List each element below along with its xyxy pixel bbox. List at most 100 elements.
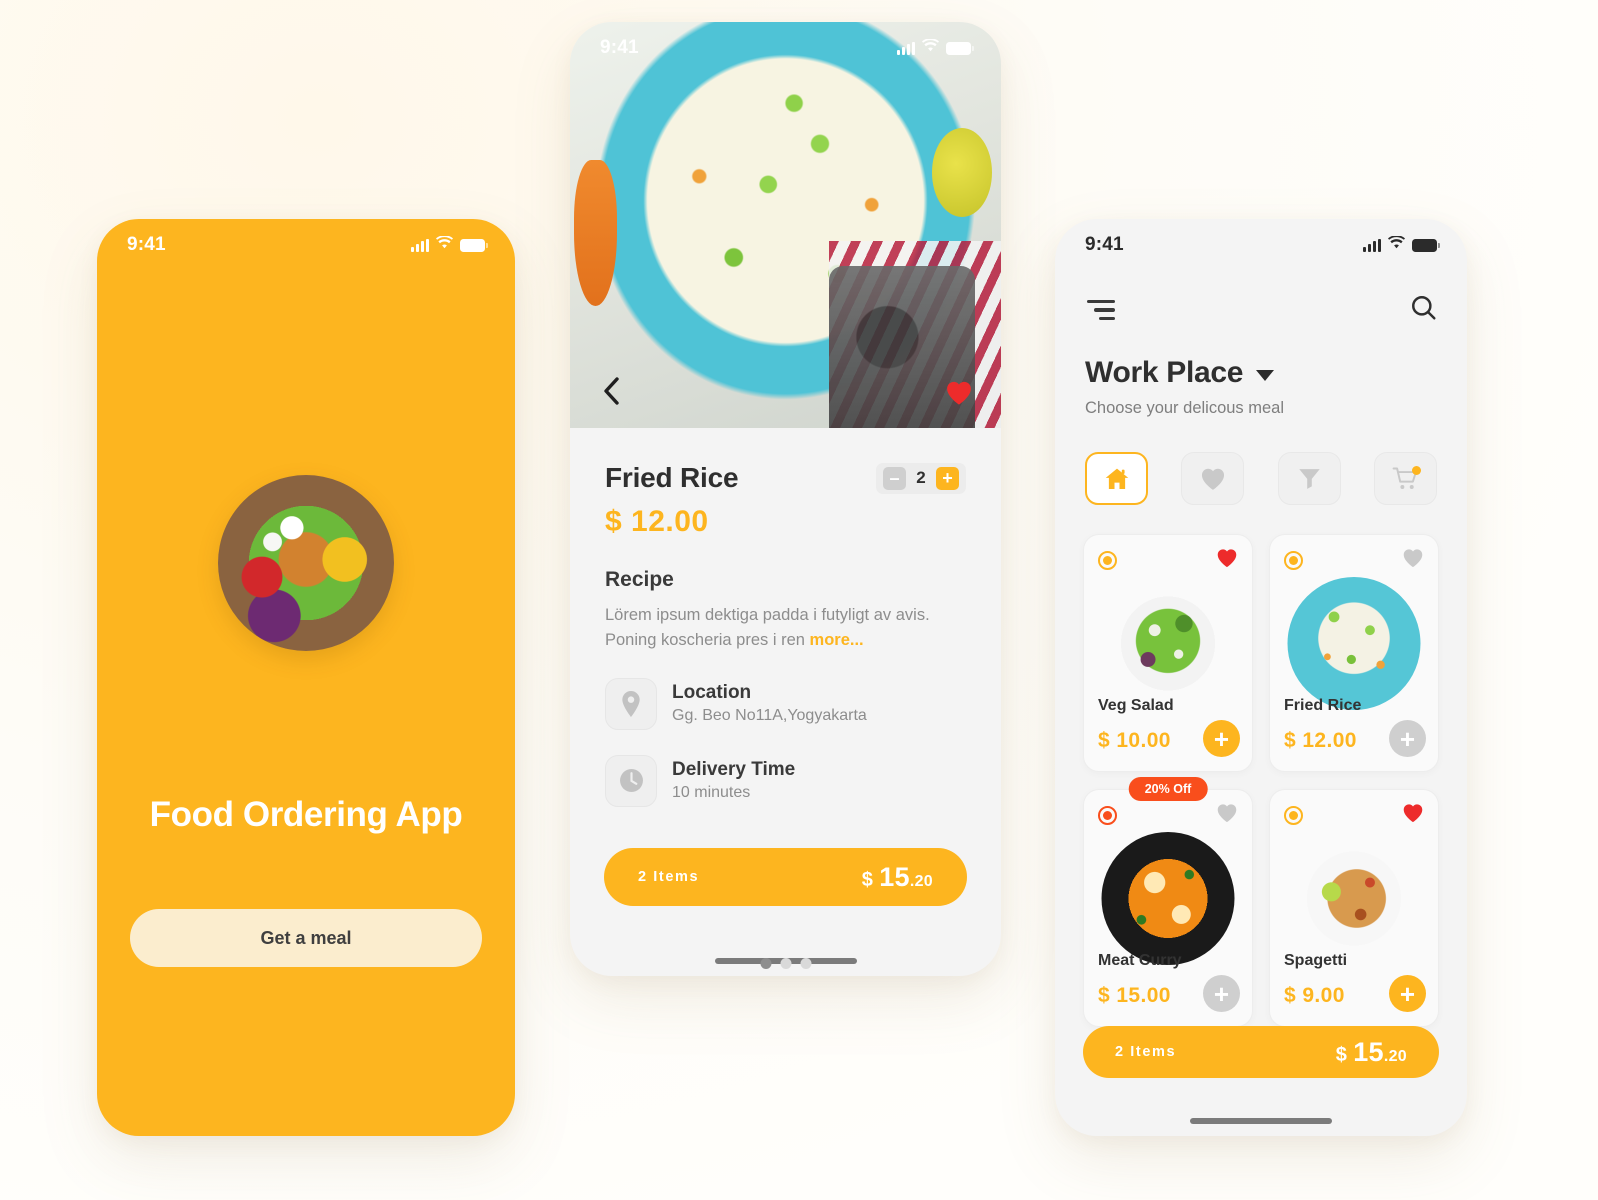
search-icon[interactable] [1410,294,1437,326]
hamburger-menu-icon[interactable] [1085,299,1115,321]
cart-cents: .20 [1383,1047,1407,1065]
card-top-row [1098,548,1238,573]
recipe-text: Lörem ipsum dektiga padda i futyligt av … [605,606,930,649]
phone-home-screen: 9:41 Work Place Choose your delicous mea… [1055,219,1467,1136]
product-name: Fried Rice [1284,697,1362,714]
home-top-bar [1085,294,1437,326]
location-title: Location [672,682,752,703]
splash-hero-image [218,475,394,651]
location-selector[interactable]: Work Place [1085,356,1275,390]
add-to-cart-button[interactable]: + [1389,720,1426,757]
card-top-row [1284,548,1424,573]
tab-cart[interactable] [1373,452,1437,505]
app-title: Food Ordering App [149,795,463,834]
wifi-icon [436,235,453,254]
favorite-heart-icon[interactable] [1216,548,1238,573]
status-indicators [1363,235,1440,254]
product-name: Spagetti [1284,952,1348,969]
phone-splash-screen: 9:41 Food Ordering App Get a meal [97,219,515,1136]
favorite-heart-icon[interactable] [1402,803,1424,828]
product-card[interactable]: Fried Rice $ 12.00 + [1269,534,1439,772]
status-bar: 9:41 [1055,219,1467,271]
carousel-dot[interactable] [760,958,771,969]
product-price: $ 12.00 [605,505,709,538]
get-a-meal-button[interactable]: Get a meal [130,909,482,967]
home-indicator [1190,1118,1332,1124]
tab-home[interactable] [1085,452,1148,505]
carousel-dots[interactable] [760,958,811,969]
tab-filter[interactable] [1277,452,1341,505]
increase-quantity-button[interactable]: + [936,466,959,490]
status-time: 9:41 [127,234,166,255]
tab-favorites[interactable] [1181,452,1245,505]
product-price: $ 9.00 [1284,984,1345,1007]
product-name: Veg Salad [1098,697,1174,714]
delivery-title: Delivery Time [672,759,796,780]
chevron-down-icon[interactable] [1256,370,1275,381]
status-time: 9:41 [600,37,639,58]
recipe-description: Lörem ipsum dektiga padda i futyligt av … [605,603,957,653]
delivery-time-row: Delivery Time 10 minutes [605,754,966,807]
product-card[interactable]: Veg Salad $ 10.00 + [1083,534,1253,772]
carousel-dot[interactable] [780,958,791,969]
cellular-signal-icon [1363,238,1381,252]
favorite-heart-icon[interactable] [945,380,973,411]
product-header-row: Fried Rice – 2 + [605,462,966,494]
location-row: Location Gg. Beo No11A,Yogyakarta [605,677,966,730]
status-time: 9:41 [1085,234,1124,255]
card-top-row [1284,803,1424,828]
select-radio-icon[interactable] [1284,806,1303,825]
product-image [1101,577,1235,710]
status-bar: 9:41 [570,22,1001,74]
battery-icon [1412,238,1440,252]
select-radio-icon[interactable] [1098,806,1117,825]
product-name: Meat Curry [1098,952,1182,969]
detail-hero-image [570,22,1001,428]
product-grid: Veg Salad $ 10.00 + Fried Rice $ 12.00 + [1083,534,1439,1027]
cart-total: $15.20 [1336,1037,1407,1068]
delivery-value: 10 minutes [672,784,751,801]
decrease-quantity-button[interactable]: – [883,466,906,490]
add-to-cart-button[interactable]: + [1203,975,1240,1012]
cart-items-count: 2 Items [638,869,700,885]
cart-items-count: 2 Items [1115,1044,1177,1060]
favorite-heart-icon[interactable] [1216,803,1238,828]
add-to-cart-button[interactable]: + [1203,720,1240,757]
product-card[interactable]: 20% Off Meat Curry $ 15.00 + [1083,777,1253,1027]
card-top-row [1098,803,1238,828]
cart-summary-bar[interactable]: 2 Items $15.20 [604,848,967,906]
favorite-heart-icon[interactable] [1402,548,1424,573]
back-button[interactable] [595,374,629,408]
quantity-value: 2 [916,468,926,487]
category-tabs [1085,452,1437,505]
cart-summary-bar[interactable]: 2 Items $15.20 [1083,1026,1439,1078]
product-price: $ 10.00 [1098,729,1171,752]
product-price: $ 12.00 [1284,729,1357,752]
home-subtitle: Choose your delicous meal [1085,399,1285,417]
read-more-link[interactable]: more... [810,631,864,649]
clock-icon [605,754,657,807]
phone-detail-screen: 9:41 Fried Rice – 2 + $ 12.00 Recipe Lör… [570,22,1001,976]
cart-amount: 15 [1353,1036,1384,1067]
cart-total: $15.20 [862,862,933,893]
delivery-text-block: Delivery Time 10 minutes [672,759,795,802]
product-image [1287,577,1421,710]
cart-currency: $ [1335,1043,1348,1066]
product-image [1101,832,1235,965]
carousel-dot[interactable] [800,958,811,969]
add-to-cart-button[interactable]: + [1389,975,1426,1012]
cart-cents: .20 [909,872,933,890]
status-indicators [411,235,488,254]
product-card[interactable]: Spagetti $ 9.00 + [1269,789,1439,1027]
status-bar: 9:41 [97,219,515,271]
discount-badge: 20% Off [1128,777,1208,801]
product-name: Fried Rice [605,462,739,493]
product-price: $ 15.00 [1098,984,1171,1007]
wifi-icon [1388,235,1405,254]
mockup-canvas: 9:41 Food Ordering App Get a meal 9:41 F… [0,0,1598,1200]
select-radio-icon[interactable] [1284,551,1303,570]
battery-icon [460,238,488,252]
select-radio-icon[interactable] [1098,551,1117,570]
cart-currency: $ [861,868,874,891]
quantity-stepper[interactable]: – 2 + [876,462,966,494]
